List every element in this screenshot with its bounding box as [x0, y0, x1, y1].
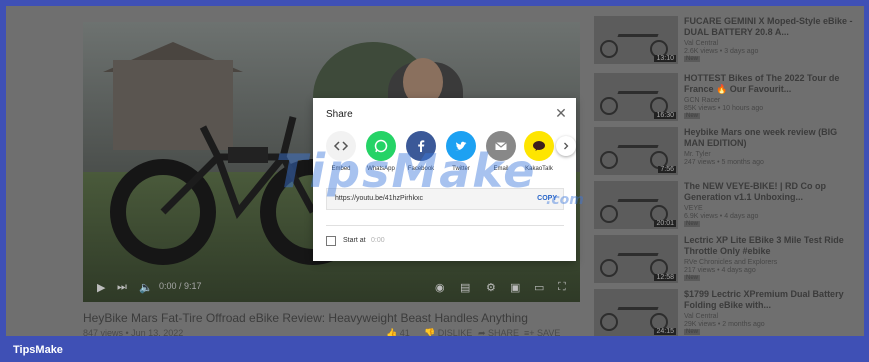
share-option-twitter[interactable]: Twitter	[443, 131, 479, 172]
share-option-label: WhatsApp	[367, 166, 395, 172]
embed-icon	[326, 131, 356, 161]
duration-badge: 24:15	[654, 328, 676, 335]
recommended-video-item[interactable]: 13:10 FUCARE GEMINI X Moped-Style eBike -…	[594, 16, 854, 66]
recommended-title[interactable]: FUCARE GEMINI X Moped-Style eBike - DUAL…	[684, 16, 854, 38]
theater-icon[interactable]: ▭	[534, 281, 544, 294]
video-thumbnail[interactable]: 16:30	[594, 73, 678, 121]
close-icon[interactable]: ✕	[552, 104, 570, 122]
new-badge: New	[684, 221, 701, 227]
recommended-channel[interactable]: VEYE	[684, 205, 703, 212]
recommended-video-item[interactable]: 24:15 $1799 Lectric XPremium Dual Battery…	[594, 289, 854, 336]
start-at-time[interactable]: 0:00	[371, 237, 385, 244]
duration-badge: 12:58	[654, 274, 676, 281]
play-icon[interactable]: ▶	[97, 281, 105, 294]
next-share-options-button[interactable]	[556, 136, 576, 156]
recommended-stats: 85K views • 10 hours ago	[684, 105, 764, 112]
player-controls: ▶ ⏭ 🔈 0:00 / 9:17 ◉ ▤ ⚙ ▣ ▭ ⛶	[83, 272, 580, 302]
recommended-title[interactable]: The NEW VEYE-BIKE! | RD Co op Generation…	[684, 181, 854, 203]
new-badge: New	[684, 113, 701, 119]
share-option-facebook[interactable]: Facebook	[403, 131, 439, 172]
captions-icon[interactable]: ▤	[460, 281, 470, 294]
youtube-page: ▶ ⏭ 🔈 0:00 / 9:17 ◉ ▤ ⚙ ▣ ▭ ⛶ HeyBike Ma…	[6, 6, 864, 336]
duration-badge: 13:10	[654, 55, 676, 62]
video-thumbnail[interactable]: 7:56	[594, 127, 678, 175]
share-option-label: Embed	[331, 166, 351, 172]
recommended-stats: 6.9K views • 4 days ago	[684, 213, 759, 220]
recommended-channel[interactable]: GCN Racer	[684, 97, 720, 104]
share-option-label: Email	[493, 166, 509, 172]
video-thumbnail[interactable]: 13:10	[594, 16, 678, 64]
save-label: SAVE	[537, 328, 561, 336]
recommended-title[interactable]: $1799 Lectric XPremium Dual Battery Fold…	[684, 289, 854, 311]
kakaotalk-icon	[524, 131, 554, 161]
autoplay-toggle-icon[interactable]: ◉	[435, 281, 445, 294]
fullscreen-icon[interactable]: ⛶	[558, 281, 566, 294]
miniplayer-icon[interactable]: ▣	[510, 281, 520, 294]
start-at-checkbox[interactable]	[326, 236, 336, 246]
share-option-label: Twitter	[452, 166, 470, 172]
like-count: 41	[399, 328, 410, 336]
share-button[interactable]: ➦ SHARE	[478, 328, 519, 336]
dislike-button[interactable]: 👎 DISLIKE	[424, 328, 472, 336]
share-link-field[interactable]: https://youtu.be/41hzPirhkxc COPY	[326, 188, 564, 210]
whatsapp-icon	[366, 131, 396, 161]
like-button[interactable]: 👍 41	[386, 328, 410, 336]
recommended-stats: 247 views • 5 months ago	[684, 159, 764, 166]
recommended-video-item[interactable]: 12:58 Lectric XP Lite EBike 3 Mile Test R…	[594, 235, 854, 285]
recommended-stats: 2.6K views • 3 days ago	[684, 48, 759, 55]
recommended-title[interactable]: HOTTEST Bikes of The 2022 Tour de France…	[684, 73, 854, 95]
video-meta: 847 views • Jun 13, 2022	[83, 328, 184, 336]
video-title: HeyBike Mars Fat-Tire Offroad eBike Revi…	[83, 311, 528, 325]
next-icon[interactable]: ⏭	[117, 281, 127, 294]
duration-badge: 20:01	[654, 220, 676, 227]
video-thumbnail[interactable]: 12:58	[594, 235, 678, 283]
dialog-divider	[326, 225, 564, 226]
recommended-video-item[interactable]: 20:01 The NEW VEYE-BIKE! | RD Co op Gener…	[594, 181, 854, 231]
recommended-title[interactable]: Lectric XP Lite EBike 3 Mile Test Ride T…	[684, 235, 854, 257]
save-button[interactable]: ≡+ SAVE	[524, 328, 560, 336]
duration-badge: 7:56	[658, 166, 676, 173]
recommended-video-item[interactable]: 16:30 HOTTEST Bikes of The 2022 Tour de F…	[594, 73, 854, 123]
duration-badge: 16:30	[654, 112, 676, 119]
recommended-video-item[interactable]: 7:56 Heybike Mars one week review (BIG MA…	[594, 127, 854, 177]
new-badge: New	[684, 329, 701, 335]
new-badge: New	[684, 56, 701, 62]
recommended-channel[interactable]: Mr. Tyler	[684, 151, 711, 158]
time-display: 0:00 / 9:17	[159, 281, 202, 291]
share-option-kakaotalk[interactable]: KakaoTalk	[521, 131, 557, 172]
new-badge: New	[684, 275, 701, 281]
recommended-channel[interactable]: Val Central	[684, 313, 718, 320]
share-option-label: Facebook	[407, 166, 435, 172]
share-option-label: KakaoTalk	[525, 166, 553, 172]
settings-icon[interactable]: ⚙	[486, 281, 496, 294]
recommended-stats: 29K views • 2 months ago	[684, 321, 765, 328]
brand-name: TipsMake	[13, 344, 63, 356]
footer-bar: TipsMake	[0, 336, 869, 362]
copy-button[interactable]: COPY	[537, 195, 557, 202]
video-thumbnail[interactable]: 24:15	[594, 289, 678, 336]
volume-icon[interactable]: 🔈	[139, 281, 153, 294]
recommended-title[interactable]: Heybike Mars one week review (BIG MAN ED…	[684, 127, 854, 149]
video-thumbnail[interactable]: 20:01	[594, 181, 678, 229]
share-link-text: https://youtu.be/41hzPirhkxc	[335, 195, 423, 202]
twitter-icon	[446, 131, 476, 161]
dislike-label: DISLIKE	[437, 328, 473, 336]
recommended-stats: 217 views • 4 days ago	[684, 267, 756, 274]
share-label: SHARE	[488, 328, 520, 336]
recommended-channel[interactable]: RVe Chronicles and Explorers	[684, 259, 777, 266]
share-dialog: Share ✕ Embed WhatsApp Facebook Twitter	[313, 98, 576, 261]
facebook-icon	[406, 131, 436, 161]
share-option-email[interactable]: Email	[483, 131, 519, 172]
video-actions: 👍 41 👎 DISLIKE ➦ SHARE ≡+ SAVE	[386, 328, 586, 336]
frame-right	[864, 0, 869, 362]
share-dialog-title: Share	[326, 109, 353, 120]
share-option-embed[interactable]: Embed	[323, 131, 359, 172]
share-option-whatsapp[interactable]: WhatsApp	[363, 131, 399, 172]
chevron-right-icon	[564, 142, 569, 150]
start-at-label: Start at	[343, 237, 366, 244]
recommended-channel[interactable]: Val Central	[684, 40, 718, 47]
email-icon	[486, 131, 516, 161]
